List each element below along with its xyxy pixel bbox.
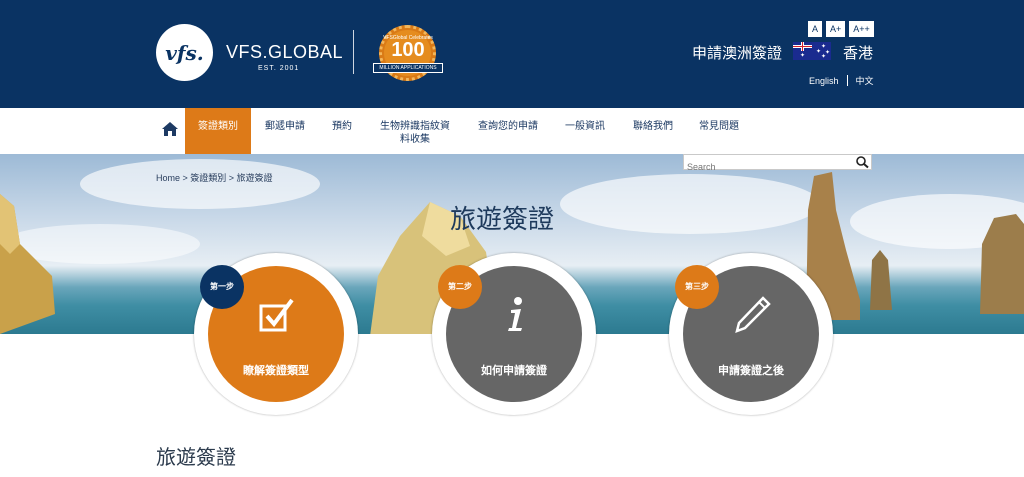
site-header: vfs. VFS.GLOBAL EST. 2001 VFSGlobal Cele… xyxy=(0,0,1024,108)
step-1-label: 瞭解簽證類型 xyxy=(243,364,309,377)
main-navigation: 簽證類別 郵遞申請 預約 生物辨識指紋資料收集 查詢您的申請 一般資訊 聯絡我們… xyxy=(0,108,1024,154)
nav-item-appointment[interactable]: 預約 xyxy=(325,108,359,154)
step-2-card[interactable]: 如何申請簽證 第二步 xyxy=(432,253,596,415)
step-2-label: 如何申請簽證 xyxy=(481,364,547,377)
nav-item-track-application[interactable]: 查詢您的申請 xyxy=(472,108,544,154)
step-2-number-badge: 第二步 xyxy=(438,265,482,309)
nav-item-biometrics[interactable]: 生物辨識指紋資料收集 xyxy=(377,108,453,154)
nav-item-contact-us[interactable]: 聯絡我們 xyxy=(626,108,680,154)
search-box xyxy=(683,154,872,174)
rock-far-right xyxy=(980,214,1024,314)
milestone-badge: VFSGlobal Celebrates 100 MILLION APPLICA… xyxy=(373,25,443,81)
language-chinese-link[interactable]: 中文 xyxy=(856,74,874,87)
step-3-number-badge: 第三步 xyxy=(675,265,719,309)
vfs-logo[interactable]: vfs. xyxy=(156,24,213,81)
brand-established: EST. 2001 xyxy=(258,65,300,72)
location-label: 香港 xyxy=(843,44,874,62)
apply-title: 申請澳洲簽證 xyxy=(692,44,783,62)
step-1-number-badge: 第一步 xyxy=(200,265,244,309)
step-1-card[interactable]: 瞭解簽證類型 第一步 xyxy=(194,253,358,415)
step-3-label: 申請簽證之後 xyxy=(718,364,784,377)
breadcrumb[interactable]: Home > 簽證類別 > 旅遊簽證 xyxy=(156,171,273,184)
info-icon xyxy=(508,297,522,331)
section-title: 旅遊簽證 xyxy=(156,445,236,469)
logo-text: vfs. xyxy=(165,40,204,65)
nav-item-visa-types[interactable]: 簽證類別 xyxy=(185,108,251,154)
font-size-normal-button[interactable]: A xyxy=(808,21,823,37)
nav-item-faq[interactable]: 常見問題 xyxy=(692,108,746,154)
font-size-xlarge-button[interactable]: A++ xyxy=(849,21,874,37)
brand-name: VFS.GLOBAL xyxy=(226,42,344,62)
badge-ribbon: MILLION APPLICATIONS xyxy=(373,63,443,73)
rock-right-small xyxy=(870,250,892,310)
language-english-link[interactable]: English xyxy=(809,76,839,86)
nav-item-general-info[interactable]: 一般資訊 xyxy=(558,108,612,154)
magnifier-icon[interactable] xyxy=(855,155,871,169)
font-size-controls: A A+ A++ xyxy=(808,21,874,37)
header-divider xyxy=(353,30,354,74)
language-switcher: English 中文 xyxy=(809,74,874,87)
language-divider xyxy=(846,75,848,86)
pencil-icon xyxy=(735,296,771,334)
rock-left xyxy=(0,194,55,334)
step-3-card[interactable]: 申請簽證之後 第三步 xyxy=(669,253,833,415)
australia-flag-icon: ✦ ✦ ✦ ✦ ✦ xyxy=(793,42,831,60)
hero-title: 旅遊簽證 xyxy=(450,205,555,235)
home-icon[interactable] xyxy=(161,120,179,138)
font-size-large-button[interactable]: A+ xyxy=(826,21,846,37)
nav-item-postal-application[interactable]: 郵遞申請 xyxy=(258,108,312,154)
search-input[interactable] xyxy=(684,160,844,174)
badge-number: 100 xyxy=(391,39,425,61)
checkbox-icon xyxy=(259,298,294,332)
